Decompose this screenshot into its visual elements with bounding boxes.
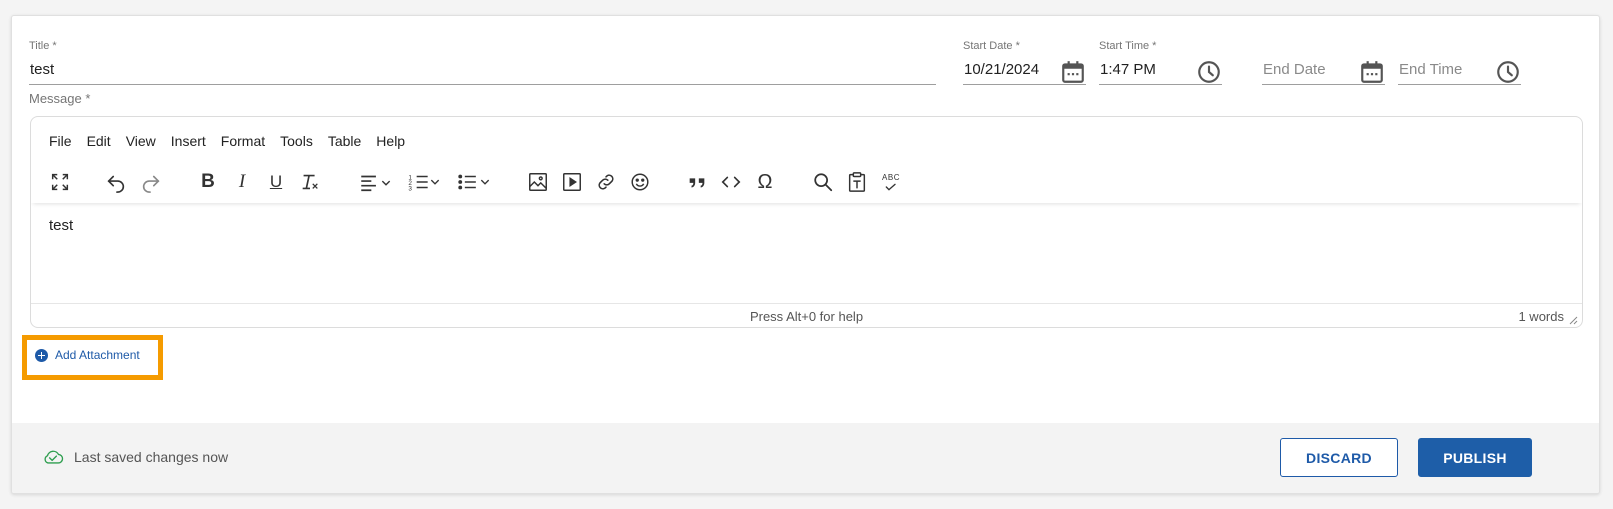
menu-edit[interactable]: Edit (87, 131, 111, 151)
numbered-list-icon[interactable]: 123 (404, 169, 444, 195)
link-icon[interactable] (593, 169, 619, 195)
announcement-form-card: Title * test Start Date * 10/21/2024 Sta… (11, 15, 1600, 494)
add-attachment-label: Add Attachment (55, 348, 140, 362)
clock-icon[interactable] (1196, 59, 1222, 85)
code-icon[interactable] (718, 169, 744, 195)
underline-icon[interactable]: U (263, 169, 289, 195)
image-icon[interactable] (525, 169, 551, 195)
publish-button[interactable]: PUBLISH (1418, 438, 1532, 477)
editor-menubar: File Edit View Insert Format Tools Table… (49, 131, 420, 151)
search-icon[interactable] (810, 169, 836, 195)
save-status: Last saved changes now (42, 448, 228, 466)
clear-format-icon[interactable] (297, 169, 323, 195)
plus-circle-icon (35, 348, 48, 362)
menu-table[interactable]: Table (328, 131, 361, 151)
title-field[interactable]: Title * test (29, 39, 936, 89)
editor-help-hint: Press Alt+0 for help (749, 309, 864, 324)
start-time-field[interactable]: Start Time * 1:47 PM (1099, 39, 1222, 89)
title-label: Title * (29, 40, 57, 52)
menu-insert[interactable]: Insert (171, 131, 206, 151)
cloud-check-icon (44, 450, 64, 464)
save-status-text: Last saved changes now (74, 449, 229, 465)
calendar-icon[interactable] (1359, 59, 1385, 85)
fullscreen-icon[interactable] (47, 169, 73, 195)
bold-icon[interactable]: B (195, 169, 221, 195)
editor-statusbar: Press Alt+0 for help 1 words (31, 303, 1582, 327)
editor-content[interactable]: test (49, 217, 73, 234)
word-count: 1 words (1518, 309, 1564, 324)
menu-tools[interactable]: Tools (280, 131, 313, 151)
special-char-icon[interactable]: Ω (752, 169, 778, 195)
spellcheck-label: ABC (882, 172, 900, 182)
redo-icon[interactable] (138, 169, 164, 195)
paste-text-icon[interactable] (844, 169, 870, 195)
editor-toolbar: B I U 123 Ω ABC (31, 161, 1582, 203)
bullet-list-icon[interactable] (454, 169, 494, 195)
media-icon[interactable] (559, 169, 585, 195)
discard-button[interactable]: DISCARD (1280, 438, 1398, 477)
menu-view[interactable]: View (126, 131, 156, 151)
blockquote-icon[interactable] (684, 169, 710, 195)
end-date-field[interactable]: End Date (1262, 39, 1385, 89)
end-time-field[interactable]: End Time (1398, 39, 1521, 89)
form-footer: Last saved changes now DISCARD PUBLISH (12, 423, 1599, 493)
svg-text:3: 3 (408, 185, 412, 192)
menu-file[interactable]: File (49, 131, 72, 151)
align-icon[interactable] (355, 169, 395, 195)
start-date-field[interactable]: Start Date * 10/21/2024 (963, 39, 1086, 89)
spellcheck-icon[interactable]: ABC (878, 169, 904, 195)
clock-icon[interactable] (1495, 59, 1521, 85)
menu-format[interactable]: Format (221, 131, 265, 151)
calendar-icon[interactable] (1060, 59, 1086, 85)
start-date-label: Start Date * (963, 40, 1020, 52)
italic-icon[interactable]: I (229, 169, 255, 195)
emoticon-icon[interactable] (627, 169, 653, 195)
menu-help[interactable]: Help (376, 131, 405, 151)
undo-icon[interactable] (103, 169, 129, 195)
start-time-label: Start Time * (1099, 40, 1157, 52)
resize-handle-icon[interactable] (1568, 313, 1578, 325)
add-attachment-highlight: Add Attachment (22, 335, 163, 380)
add-attachment-button[interactable]: Add Attachment (35, 348, 140, 362)
rich-text-editor: File Edit View Insert Format Tools Table… (30, 116, 1583, 328)
message-label: Message * (29, 91, 91, 106)
title-input[interactable]: test (29, 57, 936, 85)
